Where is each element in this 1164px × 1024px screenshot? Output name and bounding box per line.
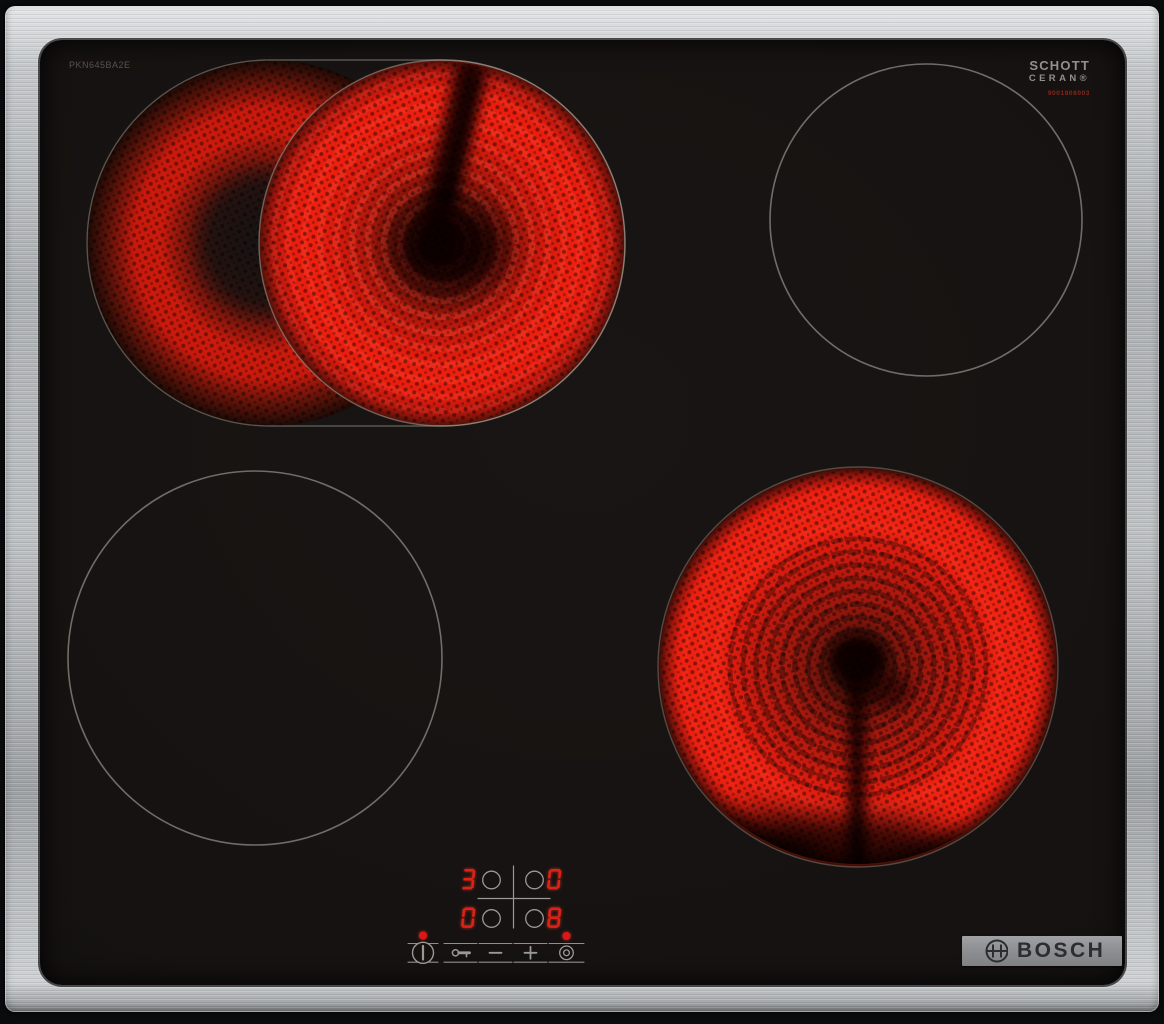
dual-zone-button[interactable] [560, 946, 574, 960]
bosch-logo-bar: BOSCH [962, 936, 1122, 966]
bosch-wordmark: BOSCH [1017, 939, 1105, 963]
ceramic-glass-surface [40, 40, 1125, 985]
bosch-anchor-icon [962, 936, 1008, 966]
power-button[interactable] [413, 942, 434, 963]
double-circle-icon [560, 946, 574, 960]
